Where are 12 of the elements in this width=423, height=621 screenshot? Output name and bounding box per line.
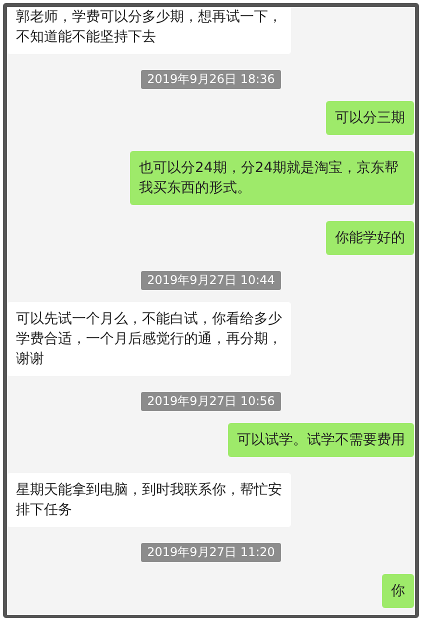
- timestamp: 2019年9月27日 11:20: [141, 543, 281, 562]
- message-bubble: 可以分三期: [326, 101, 414, 135]
- timestamp: 2019年9月27日 10:44: [141, 271, 281, 290]
- message-bubble: 你: [382, 574, 414, 608]
- message-bubble: 可以先试一个月么，不能白试，你看给多少学费合适，一个月后感觉行的通，再分期，谢谢: [7, 302, 291, 376]
- message-bubble: 郭老师，学费可以分多少期，想再试一下，不知道能不能坚持下去: [7, 7, 291, 54]
- message-bubble: 你能学好的: [326, 221, 414, 255]
- message-bubble: 也可以分24期，分24期就是淘宝，京东帮我买东西的形式。: [130, 151, 414, 205]
- timestamp: 2019年9月27日 10:56: [141, 392, 281, 411]
- timestamp: 2019年9月26日 18:36: [141, 70, 281, 89]
- message-bubble: 星期天能拿到电脑，到时我联系你，帮忙安排下任务: [7, 473, 291, 527]
- message-bubble: 可以试学。试学不需要费用: [228, 423, 414, 457]
